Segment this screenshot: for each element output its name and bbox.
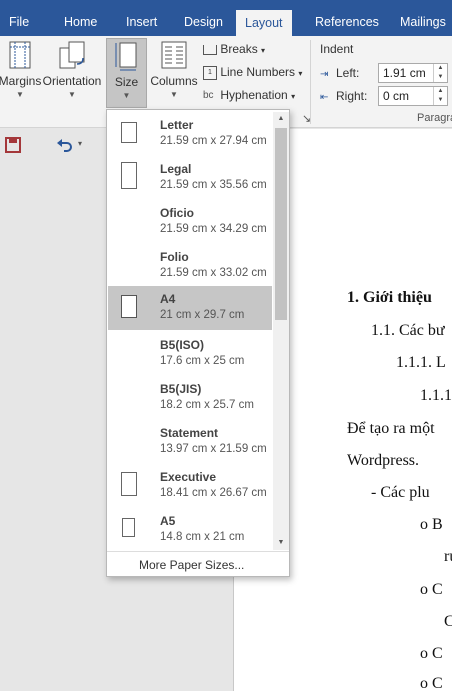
line-numbers-label: Line Numbers: [220, 65, 296, 79]
paper-size-b5-iso[interactable]: B5(ISO) 17.6 cm x 25 cm: [108, 332, 272, 376]
paper-size-letter[interactable]: Letter 21.59 cm x 27.94 cm: [108, 112, 272, 156]
bullet-item: - Các plu: [371, 484, 430, 501]
chevron-down-icon: ▾: [291, 92, 296, 101]
paper-size-legal[interactable]: Legal 21.59 cm x 35.56 cm: [108, 156, 272, 200]
save-icon[interactable]: [5, 137, 21, 153]
breaks-label: Breaks: [220, 42, 258, 56]
columns-button[interactable]: Columns ▼: [148, 40, 200, 99]
orientation-button[interactable]: Orientation ▼: [40, 40, 104, 99]
scroll-down-icon[interactable]: ▼: [273, 536, 289, 550]
heading-1: 1. Giới thiệu: [347, 289, 432, 306]
tab-design[interactable]: Design: [175, 0, 232, 36]
indent-left-label: ⇥ Left:: [320, 66, 360, 80]
margins-icon: [9, 41, 31, 69]
paper-size-b5-jis[interactable]: B5(JIS) 18.2 cm x 25.7 cm: [108, 376, 272, 420]
indent-left-field[interactable]: 1.91 cm ▲ ▼: [378, 63, 448, 83]
tab-insert[interactable]: Insert: [117, 0, 166, 36]
indent-left-icon: ⇥: [320, 69, 329, 80]
ribbon-tab-bar: File Home Insert Design Layout Reference…: [0, 0, 452, 36]
sub-bullet-item: o C: [420, 645, 443, 662]
orientation-icon: [59, 41, 85, 69]
page-icon: [121, 295, 137, 318]
more-paper-sizes-button[interactable]: More Paper Sizes...: [107, 551, 289, 577]
hyphenation-icon: bc: [203, 90, 214, 102]
page-icon: [121, 122, 137, 143]
spinner-arrows-icon[interactable]: ▲ ▼: [433, 64, 447, 82]
paper-size-statement[interactable]: Statement 13.97 cm x 21.59 cm: [108, 420, 272, 464]
hyphenation-button[interactable]: bc Hyphenation ▾: [203, 88, 295, 102]
chevron-down-icon: ▼: [170, 90, 178, 99]
indent-right-field[interactable]: 0 cm ▲ ▼: [378, 86, 448, 106]
sub-bullet-item: o C: [420, 675, 443, 691]
body-paragraph-cont: Wordpress.: [347, 452, 420, 469]
columns-icon: [161, 41, 187, 69]
chevron-down-icon: ▼: [122, 91, 131, 100]
sub-bullet-item: o B: [420, 516, 443, 533]
tab-layout[interactable]: Layout: [236, 10, 292, 36]
paragraph-group-label: Paragra: [417, 112, 452, 124]
chevron-down-icon: ▾: [261, 46, 266, 55]
spinner-arrows-icon[interactable]: ▲ ▼: [433, 87, 447, 105]
page-setup-launcher-icon[interactable]: ↘: [302, 112, 311, 125]
paper-size-oficio[interactable]: Oficio 21.59 cm x 34.29 cm: [108, 200, 272, 244]
dropdown-scrollbar[interactable]: ▲ ▼: [273, 112, 289, 550]
paper-size-executive[interactable]: Executive 18.41 cm x 26.67 cm: [108, 464, 272, 508]
breaks-icon: [203, 44, 217, 55]
heading-1-1: 1.1. Các bư: [371, 322, 445, 339]
undo-icon[interactable]: [56, 137, 74, 153]
undo-dropdown-icon[interactable]: ▾: [78, 139, 82, 148]
paper-size-a5[interactable]: A5 14.8 cm x 21 cm: [108, 508, 272, 552]
indent-label: Indent: [320, 42, 354, 56]
tab-file[interactable]: File: [0, 0, 38, 36]
indent-right-label: ⇤ Right:: [320, 89, 368, 103]
paper-size-folio[interactable]: Folio 21.59 cm x 33.02 cm: [108, 244, 272, 288]
line-numbers-button[interactable]: 1 Line Numbers ▾: [203, 65, 302, 80]
chevron-down-icon: ▼: [68, 90, 76, 99]
page-icon: [121, 162, 137, 189]
size-button[interactable]: Size ▼: [106, 38, 147, 108]
page-icon: [121, 472, 137, 496]
tab-references[interactable]: References: [306, 0, 388, 36]
paper-size-icon: [115, 42, 136, 71]
line-numbers-icon: 1: [203, 65, 217, 80]
sub-bullet-cont: ru: [444, 548, 452, 565]
indent-right-icon: ⇤: [320, 92, 329, 103]
heading-1-1-1: 1.1.1. L: [396, 354, 446, 371]
size-label: Size: [114, 75, 139, 89]
hyphenation-label: Hyphenation: [220, 88, 288, 102]
breaks-button[interactable]: Breaks ▾: [203, 42, 265, 56]
sub-bullet-item: o C: [420, 581, 443, 598]
chevron-down-icon: ▾: [298, 69, 303, 78]
columns-label: Columns: [150, 74, 198, 88]
paper-size-a4[interactable]: A4 21 cm x 29.7 cm: [108, 286, 272, 330]
sub-bullet-cont: C: [444, 613, 452, 630]
tab-home[interactable]: Home: [55, 0, 106, 36]
scroll-thumb[interactable]: [275, 128, 287, 320]
page-icon: [122, 518, 135, 537]
scroll-up-icon[interactable]: ▲: [273, 112, 289, 126]
heading-1-1-1-x: 1.1.1: [420, 387, 452, 404]
body-paragraph: Để tạo ra một: [347, 420, 435, 437]
paper-size-dropdown: Letter 21.59 cm x 27.94 cm Legal 21.59 c…: [106, 109, 290, 577]
tab-mailings[interactable]: Mailings: [391, 0, 452, 36]
orientation-label: Orientation: [42, 74, 102, 88]
